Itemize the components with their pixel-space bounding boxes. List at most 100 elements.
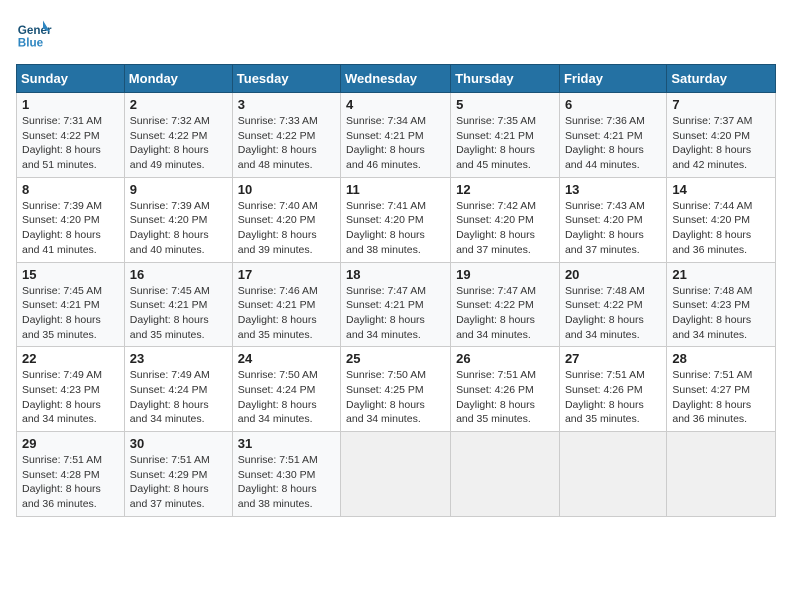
calendar-cell: 1 Sunrise: 7:31 AM Sunset: 4:22 PM Daylig… xyxy=(17,93,125,178)
calendar-cell: 16 Sunrise: 7:45 AM Sunset: 4:21 PM Dayli… xyxy=(124,262,232,347)
weekday-wednesday: Wednesday xyxy=(341,65,451,93)
calendar-cell: 10 Sunrise: 7:40 AM Sunset: 4:20 PM Dayli… xyxy=(232,177,340,262)
calendar-cell: 17Sunrise: 7:46 AM Sunset: 4:21 PM Dayli… xyxy=(232,262,340,347)
day-number: 29 xyxy=(22,436,119,451)
calendar-cell: 23 Sunrise: 7:49 AM Sunset: 4:24 PM Dayli… xyxy=(124,347,232,432)
calendar-cell xyxy=(341,432,451,517)
day-number: 4 xyxy=(346,97,445,112)
day-info: Sunrise: 7:39 AM Sunset: 4:20 PM Dayligh… xyxy=(22,199,119,258)
calendar-week-4: 22 Sunrise: 7:49 AM Sunset: 4:23 PM Dayli… xyxy=(17,347,776,432)
day-info: Sunrise: 7:34 AM Sunset: 4:21 PM Dayligh… xyxy=(346,114,445,173)
calendar-cell: 5 Sunrise: 7:35 AM Sunset: 4:21 PM Daylig… xyxy=(451,93,560,178)
logo-icon: General Blue xyxy=(16,16,52,52)
day-number: 10 xyxy=(238,182,335,197)
logo: General Blue xyxy=(16,16,52,52)
day-number: 28 xyxy=(672,351,770,366)
day-number: 14 xyxy=(672,182,770,197)
calendar-cell: 3 Sunrise: 7:33 AM Sunset: 4:22 PM Daylig… xyxy=(232,93,340,178)
day-info: Sunrise: 7:50 AM Sunset: 4:25 PM Dayligh… xyxy=(346,368,445,427)
weekday-thursday: Thursday xyxy=(451,65,560,93)
calendar-cell: 18Sunrise: 7:47 AM Sunset: 4:21 PM Dayli… xyxy=(341,262,451,347)
calendar-cell: 19 Sunrise: 7:47 AM Sunset: 4:22 PM Dayli… xyxy=(451,262,560,347)
day-info: Sunrise: 7:51 AM Sunset: 4:26 PM Dayligh… xyxy=(456,368,554,427)
day-number: 26 xyxy=(456,351,554,366)
calendar-cell: 11 Sunrise: 7:41 AM Sunset: 4:20 PM Dayli… xyxy=(341,177,451,262)
calendar-cell: 13 Sunrise: 7:43 AM Sunset: 4:20 PM Dayli… xyxy=(559,177,666,262)
day-info: Sunrise: 7:37 AM Sunset: 4:20 PM Dayligh… xyxy=(672,114,770,173)
calendar-cell: 22 Sunrise: 7:49 AM Sunset: 4:23 PM Dayli… xyxy=(17,347,125,432)
day-info: Sunrise: 7:49 AM Sunset: 4:24 PM Dayligh… xyxy=(130,368,227,427)
day-info: Sunrise: 7:51 AM Sunset: 4:30 PM Dayligh… xyxy=(238,453,335,512)
day-number: 15 xyxy=(22,267,119,282)
day-number: 5 xyxy=(456,97,554,112)
day-info: Sunrise: 7:51 AM Sunset: 4:27 PM Dayligh… xyxy=(672,368,770,427)
day-number: 1 xyxy=(22,97,119,112)
day-number: 21 xyxy=(672,267,770,282)
calendar-cell: 7 Sunrise: 7:37 AM Sunset: 4:20 PM Daylig… xyxy=(667,93,776,178)
day-info: Sunrise: 7:32 AM Sunset: 4:22 PM Dayligh… xyxy=(130,114,227,173)
day-number: 19 xyxy=(456,267,554,282)
calendar-cell: 14 Sunrise: 7:44 AM Sunset: 4:20 PM Dayli… xyxy=(667,177,776,262)
calendar-cell: 27 Sunrise: 7:51 AM Sunset: 4:26 PM Dayli… xyxy=(559,347,666,432)
day-number: 2 xyxy=(130,97,227,112)
svg-text:Blue: Blue xyxy=(18,37,44,50)
calendar-cell xyxy=(667,432,776,517)
day-number: 3 xyxy=(238,97,335,112)
calendar-header: SundayMondayTuesdayWednesdayThursdayFrid… xyxy=(17,65,776,93)
day-number: 9 xyxy=(130,182,227,197)
weekday-monday: Monday xyxy=(124,65,232,93)
calendar-cell: 8 Sunrise: 7:39 AM Sunset: 4:20 PM Daylig… xyxy=(17,177,125,262)
day-info: Sunrise: 7:48 AM Sunset: 4:22 PM Dayligh… xyxy=(565,284,661,343)
day-info: Sunrise: 7:42 AM Sunset: 4:20 PM Dayligh… xyxy=(456,199,554,258)
day-info: Sunrise: 7:45 AM Sunset: 4:21 PM Dayligh… xyxy=(130,284,227,343)
day-info: Sunrise: 7:36 AM Sunset: 4:21 PM Dayligh… xyxy=(565,114,661,173)
day-number: 27 xyxy=(565,351,661,366)
calendar-cell: 31 Sunrise: 7:51 AM Sunset: 4:30 PM Dayli… xyxy=(232,432,340,517)
day-number: 8 xyxy=(22,182,119,197)
calendar-cell: 21 Sunrise: 7:48 AM Sunset: 4:23 PM Dayli… xyxy=(667,262,776,347)
day-number: 20 xyxy=(565,267,661,282)
calendar-cell: 25 Sunrise: 7:50 AM Sunset: 4:25 PM Dayli… xyxy=(341,347,451,432)
day-info: Sunrise: 7:48 AM Sunset: 4:23 PM Dayligh… xyxy=(672,284,770,343)
day-info: Sunrise: 7:51 AM Sunset: 4:26 PM Dayligh… xyxy=(565,368,661,427)
day-info: Sunrise: 7:51 AM Sunset: 4:29 PM Dayligh… xyxy=(130,453,227,512)
day-info: Sunrise: 7:51 AM Sunset: 4:28 PM Dayligh… xyxy=(22,453,119,512)
day-info: Sunrise: 7:35 AM Sunset: 4:21 PM Dayligh… xyxy=(456,114,554,173)
day-info: Sunrise: 7:44 AM Sunset: 4:20 PM Dayligh… xyxy=(672,199,770,258)
day-info: Sunrise: 7:31 AM Sunset: 4:22 PM Dayligh… xyxy=(22,114,119,173)
calendar-cell: 6Sunrise: 7:36 AM Sunset: 4:21 PM Daylig… xyxy=(559,93,666,178)
day-number: 24 xyxy=(238,351,335,366)
day-number: 23 xyxy=(130,351,227,366)
calendar-week-5: 29 Sunrise: 7:51 AM Sunset: 4:28 PM Dayli… xyxy=(17,432,776,517)
day-number: 30 xyxy=(130,436,227,451)
calendar-cell: 30 Sunrise: 7:51 AM Sunset: 4:29 PM Dayli… xyxy=(124,432,232,517)
calendar-cell: 28 Sunrise: 7:51 AM Sunset: 4:27 PM Dayli… xyxy=(667,347,776,432)
weekday-friday: Friday xyxy=(559,65,666,93)
calendar-cell: 9Sunrise: 7:39 AM Sunset: 4:20 PM Daylig… xyxy=(124,177,232,262)
day-info: Sunrise: 7:43 AM Sunset: 4:20 PM Dayligh… xyxy=(565,199,661,258)
day-info: Sunrise: 7:33 AM Sunset: 4:22 PM Dayligh… xyxy=(238,114,335,173)
weekday-sunday: Sunday xyxy=(17,65,125,93)
page-header: General Blue xyxy=(16,16,776,52)
calendar-cell xyxy=(559,432,666,517)
day-number: 31 xyxy=(238,436,335,451)
day-number: 16 xyxy=(130,267,227,282)
day-info: Sunrise: 7:47 AM Sunset: 4:21 PM Dayligh… xyxy=(346,284,445,343)
calendar-cell xyxy=(451,432,560,517)
day-info: Sunrise: 7:45 AM Sunset: 4:21 PM Dayligh… xyxy=(22,284,119,343)
day-number: 25 xyxy=(346,351,445,366)
day-info: Sunrise: 7:40 AM Sunset: 4:20 PM Dayligh… xyxy=(238,199,335,258)
day-number: 17 xyxy=(238,267,335,282)
calendar-cell: 15 Sunrise: 7:45 AM Sunset: 4:21 PM Dayli… xyxy=(17,262,125,347)
day-number: 7 xyxy=(672,97,770,112)
day-number: 11 xyxy=(346,182,445,197)
calendar-cell: 20 Sunrise: 7:48 AM Sunset: 4:22 PM Dayli… xyxy=(559,262,666,347)
day-number: 12 xyxy=(456,182,554,197)
day-info: Sunrise: 7:49 AM Sunset: 4:23 PM Dayligh… xyxy=(22,368,119,427)
day-info: Sunrise: 7:41 AM Sunset: 4:20 PM Dayligh… xyxy=(346,199,445,258)
day-number: 22 xyxy=(22,351,119,366)
calendar-cell: 2 Sunrise: 7:32 AM Sunset: 4:22 PM Daylig… xyxy=(124,93,232,178)
day-info: Sunrise: 7:47 AM Sunset: 4:22 PM Dayligh… xyxy=(456,284,554,343)
weekday-saturday: Saturday xyxy=(667,65,776,93)
day-number: 13 xyxy=(565,182,661,197)
